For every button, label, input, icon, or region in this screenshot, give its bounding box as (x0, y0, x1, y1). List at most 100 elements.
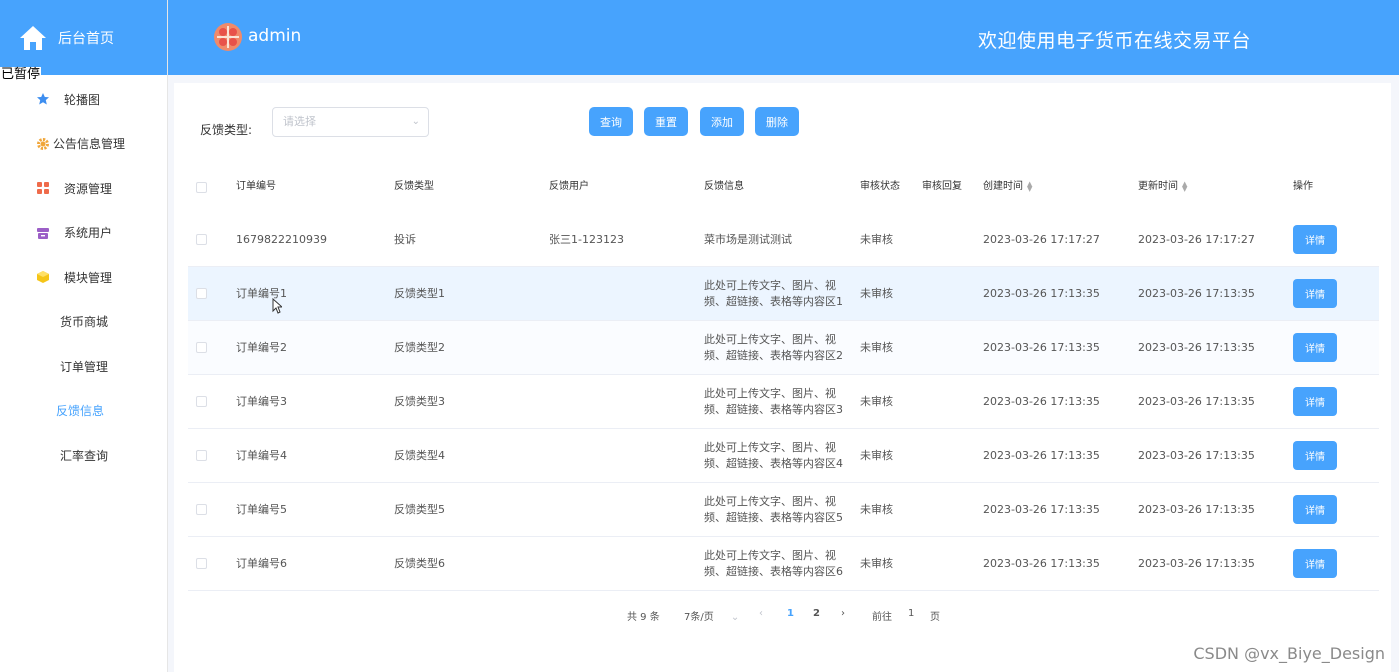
top-header: admin 欢迎使用电子货币在线交易平台 (168, 0, 1399, 75)
cell-info: 此处可上传文字、图片、视频、超链接、表格等内容区5 (704, 494, 843, 524)
cell-user: 张三1-123123 (549, 232, 624, 246)
home-icon (20, 25, 46, 50)
page-size-value: 7条/页 (684, 612, 714, 623)
page-2-button[interactable]: 2 (813, 608, 820, 619)
row-checkbox[interactable] (196, 450, 207, 461)
cell-created: 2023-03-26 17:13:35 (983, 286, 1100, 300)
content-panel: 反馈类型: 请选择 ⌄ 查询 重置 添加 删除 订单编号 反馈类型 反馈用户 反… (174, 83, 1391, 672)
sidebar-item-system-users[interactable]: 系统用户 (0, 211, 167, 256)
cell-updated: 2023-03-26 17:13:35 (1138, 340, 1255, 354)
page-unit-label: 页 (930, 612, 940, 623)
mouse-cursor-icon (272, 298, 282, 314)
row-checkbox[interactable] (196, 288, 207, 299)
select-all-checkbox[interactable] (196, 181, 207, 193)
cell-status: 未审核 (860, 556, 893, 570)
cell-info: 此处可上传文字、图片、视频、超链接、表格等内容区4 (704, 440, 843, 470)
cell-info: 此处可上传文字、图片、视频、超链接、表格等内容区2 (704, 332, 843, 362)
table-header: 订单编号 反馈类型 反馈用户 反馈信息 审核状态 审核回复 创建时间 ▲ ▼ 更新… (188, 161, 1379, 213)
detail-button[interactable]: 详情 (1293, 225, 1337, 254)
cell-type: 反馈类型1 (394, 286, 445, 300)
query-button[interactable]: 查询 (589, 107, 633, 136)
site-title: 欢迎使用电子货币在线交易平台 (978, 30, 1252, 52)
col-updated[interactable]: 更新时间 ▲ ▼ (1138, 161, 1187, 213)
goto-page-input[interactable]: 1 (908, 608, 914, 619)
sidebar-item-notice[interactable]: 公告信息管理 (0, 122, 167, 167)
table-row: 订单编号4 反馈类型4 此处可上传文字、图片、视频、超链接、表格等内容区4 未审… (188, 429, 1379, 483)
prev-page-icon[interactable]: ‹ (759, 608, 763, 619)
goto-label: 前往 (872, 612, 892, 623)
col-user: 反馈用户 (549, 181, 589, 192)
detail-button[interactable]: 详情 (1293, 441, 1337, 470)
cell-created: 2023-03-26 17:13:35 (983, 502, 1100, 516)
cell-info: 此处可上传文字、图片、视频、超链接、表格等内容区1 (704, 278, 843, 308)
page-1-button[interactable]: 1 (787, 608, 794, 619)
sidebar-item-resources[interactable]: 资源管理 (0, 166, 167, 211)
sidebar: 后台首页 已暂停 轮播图 公告信息管理 资源管理 系统用户 模块管理 货币商城 … (0, 0, 168, 672)
detail-button[interactable]: 详情 (1293, 387, 1337, 416)
sidebar-item-exchange-rate[interactable]: 汇率查询 (0, 433, 167, 478)
page-size-select[interactable]: 7条/页 ⌄ (684, 608, 739, 623)
sidebar-menu: 轮播图 公告信息管理 资源管理 系统用户 模块管理 货币商城 订单管理 反馈信息… (0, 75, 167, 478)
col-status: 审核状态 (860, 181, 900, 192)
avatar[interactable] (214, 23, 242, 51)
username[interactable]: admin (248, 26, 301, 46)
feedback-type-select[interactable]: 请选择 ⌄ (272, 107, 429, 137)
row-checkbox[interactable] (196, 234, 207, 245)
cell-order-no: 1679822210939 (236, 232, 327, 246)
add-button[interactable]: 添加 (700, 107, 744, 136)
sidebar-item-label: 反馈信息 (56, 404, 105, 419)
next-page-icon[interactable]: › (841, 608, 845, 619)
col-created[interactable]: 创建时间 ▲ ▼ (983, 161, 1032, 213)
archive-icon (36, 226, 50, 240)
detail-button[interactable]: 详情 (1293, 549, 1337, 578)
table-row: 订单编号3 反馈类型3 此处可上传文字、图片、视频、超链接、表格等内容区3 未审… (188, 375, 1379, 429)
chevron-down-icon: ⌄ (730, 612, 740, 623)
cell-type: 反馈类型3 (394, 394, 445, 408)
row-checkbox[interactable] (196, 396, 207, 407)
table-row: 订单编号2 反馈类型2 此处可上传文字、图片、视频、超链接、表格等内容区2 未审… (188, 321, 1379, 375)
cell-created: 2023-03-26 17:17:27 (983, 232, 1100, 246)
detail-button[interactable]: 详情 (1293, 333, 1337, 362)
cell-created: 2023-03-26 17:13:35 (983, 340, 1100, 354)
gear-icon (36, 137, 50, 151)
cell-type: 反馈类型2 (394, 340, 445, 354)
star-icon (36, 92, 50, 106)
sidebar-item-feedback[interactable]: 反馈信息 (0, 389, 167, 434)
sidebar-item-orders[interactable]: 订单管理 (0, 344, 167, 389)
sidebar-brand[interactable]: 后台首页 (0, 0, 167, 75)
row-checkbox[interactable] (196, 558, 207, 569)
sidebar-item-modules[interactable]: 模块管理 (0, 255, 167, 300)
cell-order-no: 订单编号4 (236, 448, 287, 462)
sidebar-item-currency-mall[interactable]: 货币商城 (0, 300, 167, 345)
select-placeholder: 请选择 (283, 115, 316, 128)
reset-button[interactable]: 重置 (644, 107, 688, 136)
col-type: 反馈类型 (394, 181, 434, 192)
col-info: 反馈信息 (704, 181, 744, 192)
cell-info: 菜市场是测试测试 (704, 232, 792, 246)
cell-status: 未审核 (860, 502, 893, 516)
feedback-type-label: 反馈类型: (200, 123, 253, 137)
col-reply: 审核回复 (922, 181, 962, 192)
cell-order-no: 订单编号5 (236, 502, 287, 516)
sort-icon[interactable]: ▲ ▼ (1182, 181, 1187, 193)
detail-button[interactable]: 详情 (1293, 495, 1337, 524)
brand-label: 后台首页 (58, 30, 114, 47)
pagination-total: 共 9 条 (627, 612, 660, 623)
cell-type: 投诉 (394, 232, 416, 246)
cell-updated: 2023-03-26 17:13:35 (1138, 286, 1255, 300)
pagination: 共 9 条 7条/页 ⌄ ‹ 1 2 › 前往 1 页 (174, 600, 1391, 630)
sort-icon[interactable]: ▲ ▼ (1027, 181, 1032, 193)
row-checkbox[interactable] (196, 342, 207, 353)
col-op: 操作 (1293, 181, 1313, 192)
detail-button[interactable]: 详情 (1293, 279, 1337, 308)
cell-status: 未审核 (860, 340, 893, 354)
paused-indicator: 已暂停 (0, 67, 42, 83)
sidebar-item-label: 模块管理 (64, 270, 113, 285)
delete-button[interactable]: 删除 (755, 107, 799, 136)
cell-type: 反馈类型5 (394, 502, 445, 516)
sidebar-item-label: 公告信息管理 (53, 137, 126, 152)
grid-icon (36, 181, 50, 195)
table-row: 订单编号6 反馈类型6 此处可上传文字、图片、视频、超链接、表格等内容区6 未审… (188, 537, 1379, 591)
sidebar-item-carousel[interactable]: 轮播图 (0, 77, 167, 122)
row-checkbox[interactable] (196, 504, 207, 515)
